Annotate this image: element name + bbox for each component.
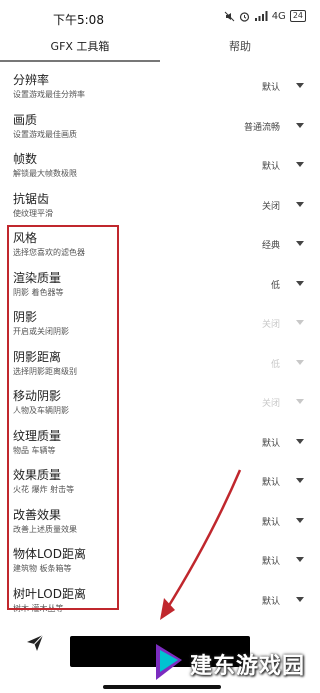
setting-value: 默认: [261, 438, 280, 449]
chevron-down-icon[interactable]: [296, 399, 304, 404]
signal-icon: [254, 11, 268, 21]
tab-help[interactable]: 帮助: [160, 36, 320, 62]
watermark-logo-icon: [156, 644, 182, 680]
setting-effect-quality[interactable]: 效果质量 火花 爆炸 射击等 默认: [0, 461, 320, 501]
setting-value: 默认: [261, 557, 280, 567]
setting-title: 风格: [13, 231, 38, 245]
setting-title: 移动阴影: [13, 389, 62, 403]
chevron-down-icon[interactable]: [296, 201, 304, 207]
tab-bar: GFX 工具箱 帮助: [0, 36, 320, 62]
setting-title: 画质: [13, 112, 38, 127]
setting-improve-effects[interactable]: 改善效果 改善上述质量效果 默认: [0, 501, 320, 541]
setting-title: 效果质量: [13, 468, 62, 482]
setting-desc: 选择您喜欢的滤色器: [13, 248, 85, 257]
status-icons: 4G 24: [224, 10, 306, 22]
setting-desc: 物品 车辆等: [13, 445, 56, 455]
setting-desc: 设置游戏最佳画质: [13, 129, 77, 139]
status-bar: 下午5:08 4G 24: [0, 0, 320, 36]
setting-value: 低: [270, 359, 280, 370]
setting-moving-shadow[interactable]: 移动阴影 人物及车辆阴影 关闭: [0, 382, 320, 422]
setting-fps[interactable]: 帧数 解锁最大帧数极限 默认: [0, 145, 320, 185]
setting-value: 关闭: [261, 320, 280, 330]
setting-texture-quality[interactable]: 纹理质量 物品 车辆等 默认: [0, 422, 320, 462]
setting-value: 经典: [261, 241, 280, 251]
chevron-down-icon[interactable]: [296, 320, 304, 325]
setting-object-lod[interactable]: 物体LOD距离 建筑物 板条箱等 默认: [0, 540, 320, 580]
setting-antialiasing[interactable]: 抗锯齿 使纹理平滑 关闭: [0, 185, 320, 225]
chevron-down-icon[interactable]: [296, 438, 304, 444]
setting-value: 默认: [261, 517, 280, 528]
status-time: 下午5:08: [53, 13, 104, 27]
setting-title: 分辨率: [13, 73, 50, 87]
chevron-down-icon[interactable]: [296, 241, 304, 246]
chevron-down-icon[interactable]: [296, 162, 304, 167]
setting-title: 纹理质量: [13, 428, 62, 443]
watermark-text: 建东游戏园: [190, 654, 306, 679]
chevron-down-icon[interactable]: [296, 83, 304, 88]
tab-gfx-toolbox[interactable]: GFX 工具箱: [0, 36, 160, 62]
setting-desc: 使纹理平滑: [13, 208, 53, 218]
setting-title: 物体LOD距离: [13, 547, 86, 561]
setting-desc: 选择阴影距离级别: [13, 366, 77, 376]
setting-value: 普通流畅: [243, 122, 280, 133]
setting-desc: 设置游戏最佳分辨率: [13, 90, 85, 99]
setting-foliage-lod[interactable]: 树叶LOD距离 树木 灌木丛等 默认: [0, 580, 320, 620]
settings-list: 分辨率 设置游戏最佳分辨率 默认 画质 设置游戏最佳画质 普通流畅 帧数 解锁最…: [0, 66, 320, 619]
mute-icon: [224, 11, 235, 21]
chevron-down-icon[interactable]: [296, 478, 304, 483]
setting-desc: 改善上述质量效果: [13, 524, 77, 534]
setting-shadow[interactable]: 阴影 开启或关闭阴影 关闭: [0, 303, 320, 343]
chevron-down-icon[interactable]: [296, 122, 304, 128]
setting-style[interactable]: 风格 选择您喜欢的滤色器 经典: [0, 224, 320, 264]
setting-title: 抗锯齿: [13, 191, 50, 206]
watermark: 建东游戏园: [150, 638, 320, 690]
chevron-down-icon[interactable]: [296, 596, 304, 602]
setting-title: 阴影距离: [13, 349, 62, 364]
chevron-down-icon[interactable]: [296, 517, 304, 523]
battery-icon: 24: [289, 10, 306, 22]
setting-title: 改善效果: [13, 507, 62, 522]
setting-render-quality[interactable]: 渲染质量 阴影 着色器等 低: [0, 264, 320, 304]
setting-desc: 人物及车辆阴影: [13, 406, 69, 415]
setting-desc: 树木 灌木丛等: [13, 603, 64, 613]
setting-desc: 建筑物 板条箱等: [13, 564, 72, 573]
setting-title: 树叶LOD距离: [13, 586, 86, 601]
bottom-bar: 建东游戏园: [0, 622, 320, 693]
setting-value: 默认: [261, 83, 280, 93]
chevron-down-icon[interactable]: [296, 280, 304, 286]
setting-desc: 阴影 着色器等: [13, 287, 64, 297]
setting-value: 关闭: [261, 399, 280, 409]
network-label: 4G: [271, 10, 286, 22]
send-icon[interactable]: [26, 634, 44, 652]
setting-value: 默认: [261, 162, 280, 172]
chevron-down-icon[interactable]: [296, 557, 304, 562]
setting-desc: 开启或关闭阴影: [13, 327, 69, 336]
setting-value: 默认: [261, 596, 280, 607]
setting-value: 低: [270, 280, 280, 291]
setting-value: 默认: [261, 478, 280, 488]
setting-desc: 解锁最大帧数极限: [13, 169, 77, 178]
chevron-down-icon[interactable]: [296, 359, 304, 365]
setting-shadow-distance[interactable]: 阴影距离 选择阴影距离级别 低: [0, 343, 320, 383]
setting-resolution[interactable]: 分辨率 设置游戏最佳分辨率 默认: [0, 66, 320, 106]
setting-title: 渲染质量: [13, 270, 62, 285]
setting-title: 阴影: [13, 310, 38, 324]
alarm-icon: [239, 11, 249, 22]
setting-title: 帧数: [13, 152, 38, 166]
setting-desc: 火花 爆炸 射击等: [13, 485, 75, 494]
setting-graphics[interactable]: 画质 设置游戏最佳画质 普通流畅: [0, 106, 320, 146]
setting-value: 关闭: [261, 201, 280, 212]
